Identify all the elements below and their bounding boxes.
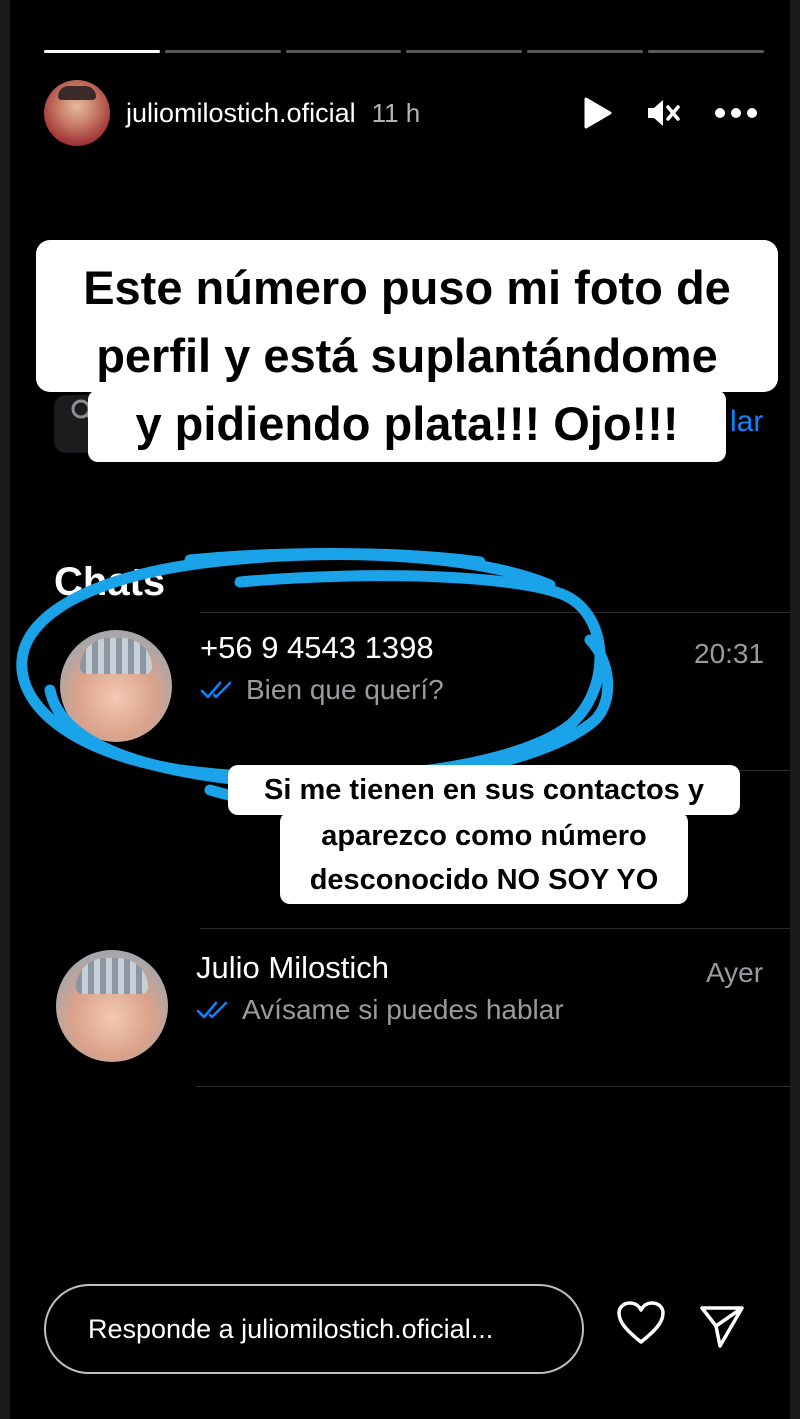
chat-avatar	[56, 950, 168, 1062]
progress-fill	[44, 50, 160, 53]
chat-message: Bien que querí?	[200, 674, 444, 706]
divider	[200, 928, 790, 929]
read-receipt-icon	[196, 1001, 228, 1019]
story-header: juliomilostich.oficial 11 h	[44, 80, 764, 146]
cancel-link: lar	[730, 405, 764, 438]
read-receipt-icon	[200, 681, 232, 699]
more-icon[interactable]	[714, 107, 758, 119]
caption-top: Este número puso mi foto de perfil y est…	[36, 240, 778, 392]
chat-name: Julio Milostich	[196, 950, 389, 985]
header-controls	[582, 97, 758, 129]
caption-top-line3: y pidiendo plata!!! Ojo!!!	[88, 390, 726, 462]
chat-time: Ayer	[706, 957, 764, 988]
profile-avatar[interactable]	[44, 80, 110, 146]
chat-time: 20:31	[694, 638, 765, 669]
reply-placeholder: Responde a juliomilostich.oficial...	[88, 1313, 494, 1344]
divider	[196, 1086, 790, 1087]
story-time: 11 h	[371, 97, 421, 128]
chat-avatar	[60, 630, 172, 742]
reply-input[interactable]: Responde a juliomilostich.oficial...	[44, 1284, 584, 1374]
caption-line: aparezco como número	[321, 820, 647, 852]
play-icon[interactable]	[582, 97, 612, 129]
caption-line: perfil y está suplantándome	[96, 329, 718, 382]
chat-message-text: Avísame si puedes hablar	[242, 994, 564, 1025]
progress-segment	[406, 50, 523, 53]
username[interactable]: juliomilostich.oficial	[126, 98, 356, 129]
caption-middle-line1: Si me tienen en sus contactos y	[228, 765, 740, 815]
caption-line: desconocido NO SOY YO	[309, 864, 659, 896]
progress-segment	[44, 50, 160, 53]
divider	[200, 612, 790, 613]
progress-segment	[164, 50, 281, 53]
chat-message: Avísame si puedes hablar	[196, 994, 564, 1026]
send-icon[interactable]	[698, 1302, 746, 1355]
progress-segment	[285, 50, 402, 53]
caption-line: Este número puso mi foto de	[83, 261, 731, 314]
story-frame: juliomilostich.oficial 11 h lar Chats +5…	[10, 0, 790, 1419]
mute-icon[interactable]	[646, 97, 680, 129]
heart-icon[interactable]	[616, 1300, 666, 1351]
chat-message-text: Bien que querí?	[246, 674, 444, 705]
progress-segment	[648, 50, 764, 53]
progress-segment	[527, 50, 644, 53]
chats-title: Chats	[54, 560, 166, 604]
chat-name: +56 9 4543 1398	[200, 630, 434, 665]
caption-middle: aparezco como número desconocido NO SOY …	[280, 812, 688, 904]
story-progress	[44, 50, 764, 53]
